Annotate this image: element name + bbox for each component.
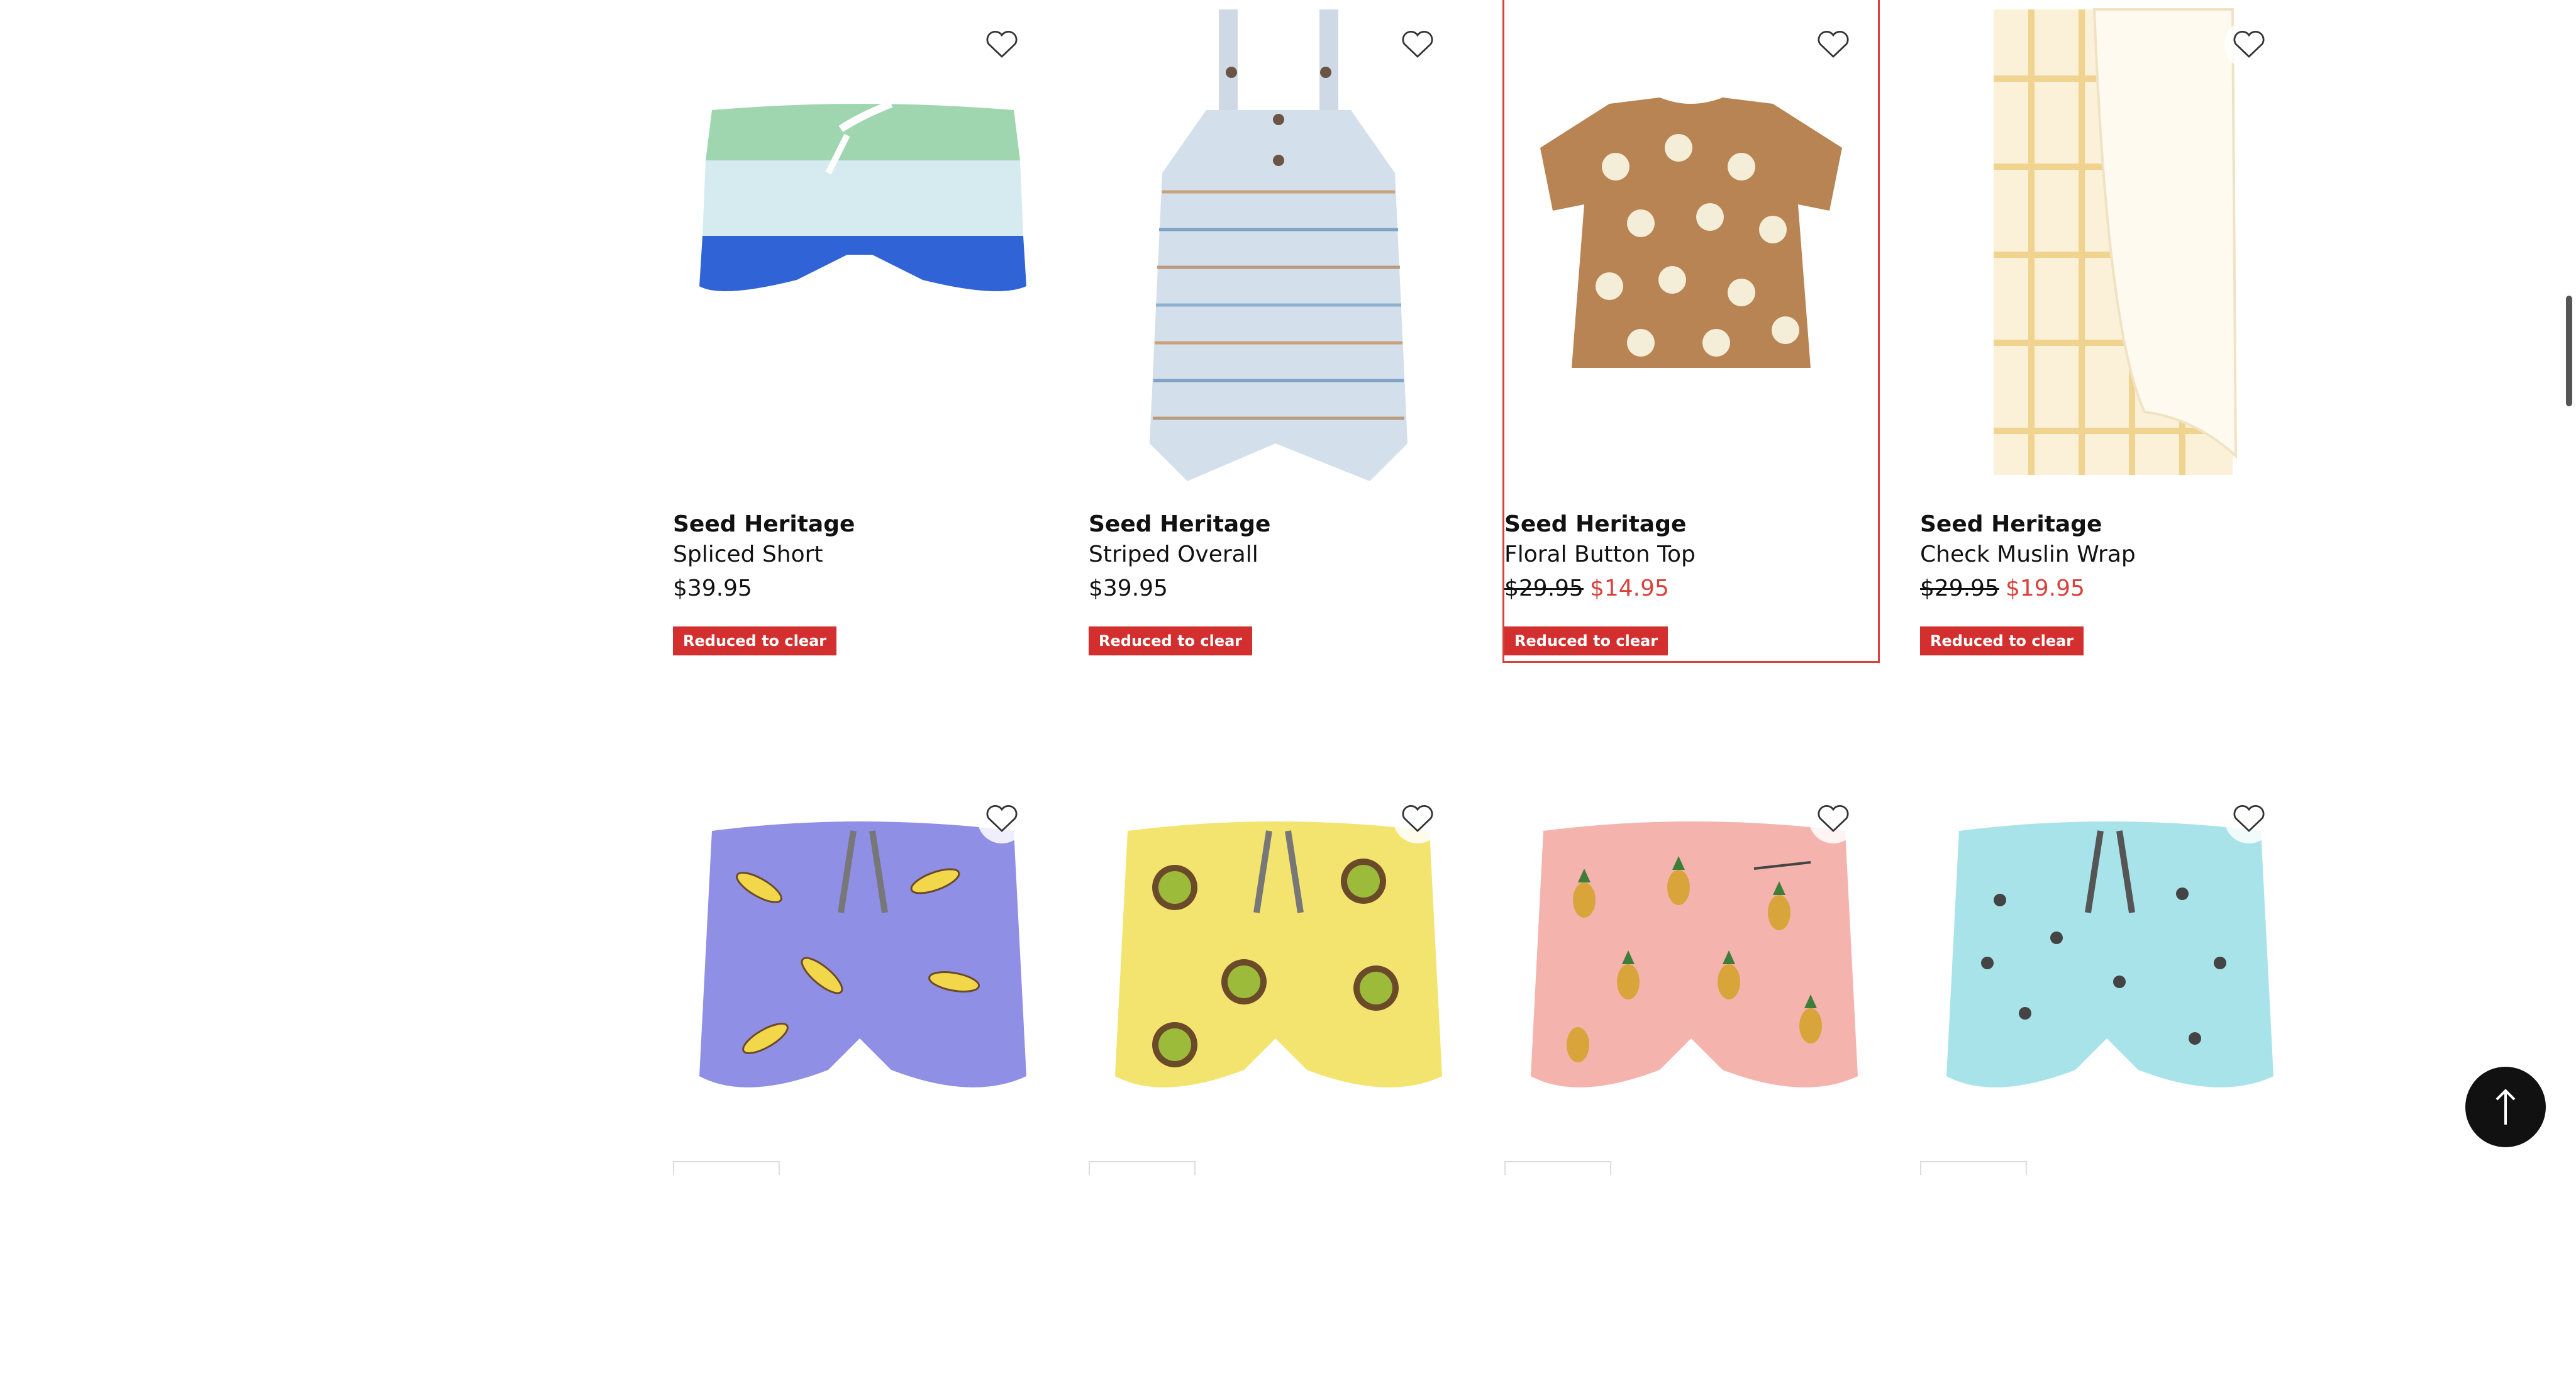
product-image[interactable] — [1920, 774, 2294, 1126]
product-name[interactable]: Spliced Short — [673, 540, 1046, 570]
wishlist-button[interactable] — [977, 794, 1026, 843]
sale-price: $19.95 — [2005, 576, 2085, 601]
heart-icon — [986, 31, 1018, 58]
product-image[interactable] — [673, 774, 1046, 1126]
product-price: $39.95 — [673, 574, 1046, 604]
product-price: $39.95 — [1089, 574, 1462, 604]
badge-placeholder — [1920, 1161, 2027, 1175]
product-name[interactable]: Striped Overall — [1089, 540, 1462, 570]
wishlist-button[interactable] — [1809, 794, 1858, 843]
product-card[interactable]: Seed Heritage Floral Button Top $29.95 $1… — [1502, 0, 1880, 663]
reduced-badge: Reduced to clear — [1089, 626, 1253, 655]
scrollbar-thumb[interactable] — [2566, 296, 2572, 406]
floral-top-image — [1540, 97, 1842, 368]
heart-icon — [986, 805, 1018, 832]
badge-placeholder — [673, 1161, 780, 1175]
product-image[interactable] — [1504, 774, 1878, 1126]
wishlist-button[interactable] — [1393, 794, 1442, 843]
sale-price: $14.95 — [1589, 576, 1669, 601]
back-to-top-button[interactable] — [2465, 1067, 2546, 1147]
wishlist-button[interactable] — [1809, 20, 1858, 69]
product-card[interactable]: Seed Heritage Check Muslin Wrap $29.95 $1… — [1920, 0, 2294, 661]
heart-icon — [2233, 31, 2265, 58]
heart-icon — [2233, 805, 2265, 832]
reduced-badge: Reduced to clear — [1920, 626, 2084, 655]
wishlist-button[interactable] — [2224, 20, 2273, 69]
product-brand[interactable]: Seed Heritage — [673, 509, 1046, 540]
product-name[interactable]: Floral Button Top — [1504, 540, 1878, 570]
product-price: $29.95 $19.95 — [1920, 574, 2294, 604]
product-card[interactable]: Seed Heritage Spliced Short $39.95 Reduc… — [673, 0, 1046, 661]
reduced-badge: Reduced to clear — [1504, 626, 1668, 655]
heart-icon — [1818, 805, 1849, 832]
product-image[interactable] — [1089, 0, 1462, 484]
product-card[interactable] — [1920, 724, 2294, 1385]
price: $39.95 — [1089, 576, 1168, 601]
product-brand[interactable]: Seed Heritage — [1089, 509, 1462, 540]
arrow-up-icon — [2496, 1089, 2516, 1125]
product-image[interactable] — [1504, 0, 1878, 484]
original-price: $29.95 — [1920, 576, 1999, 601]
spliced-short-image — [699, 100, 1026, 291]
product-image[interactable] — [673, 0, 1046, 484]
product-image[interactable] — [1089, 774, 1462, 1126]
heart-icon — [1402, 805, 1433, 832]
wishlist-button[interactable] — [977, 20, 1026, 69]
heart-icon — [1402, 31, 1433, 58]
reduced-badge: Reduced to clear — [673, 626, 837, 655]
product-card[interactable]: Seed Heritage Striped Overall $39.95 Red… — [1089, 0, 1462, 661]
product-brand[interactable]: Seed Heritage — [1920, 509, 2294, 540]
wishlist-button[interactable] — [1393, 20, 1442, 69]
product-grid: Seed Heritage Spliced Short $39.95 Reduc… — [673, 0, 2294, 1385]
product-card[interactable] — [673, 724, 1046, 1385]
product-image[interactable] — [1920, 0, 2294, 484]
product-card[interactable] — [1089, 724, 1462, 1385]
price: $39.95 — [673, 576, 752, 601]
product-brand[interactable]: Seed Heritage — [1504, 509, 1878, 540]
heart-icon — [1818, 31, 1849, 58]
badge-placeholder — [1504, 1161, 1611, 1175]
striped-overall-image — [1150, 9, 1407, 481]
product-card[interactable] — [1504, 724, 1878, 1385]
product-price: $29.95 $14.95 — [1504, 574, 1878, 604]
muslin-wrap-image — [1994, 8, 2238, 475]
badge-placeholder — [1089, 1161, 1196, 1175]
original-price: $29.95 — [1504, 576, 1584, 601]
product-name[interactable]: Check Muslin Wrap — [1920, 540, 2294, 570]
wishlist-button[interactable] — [2224, 794, 2273, 843]
